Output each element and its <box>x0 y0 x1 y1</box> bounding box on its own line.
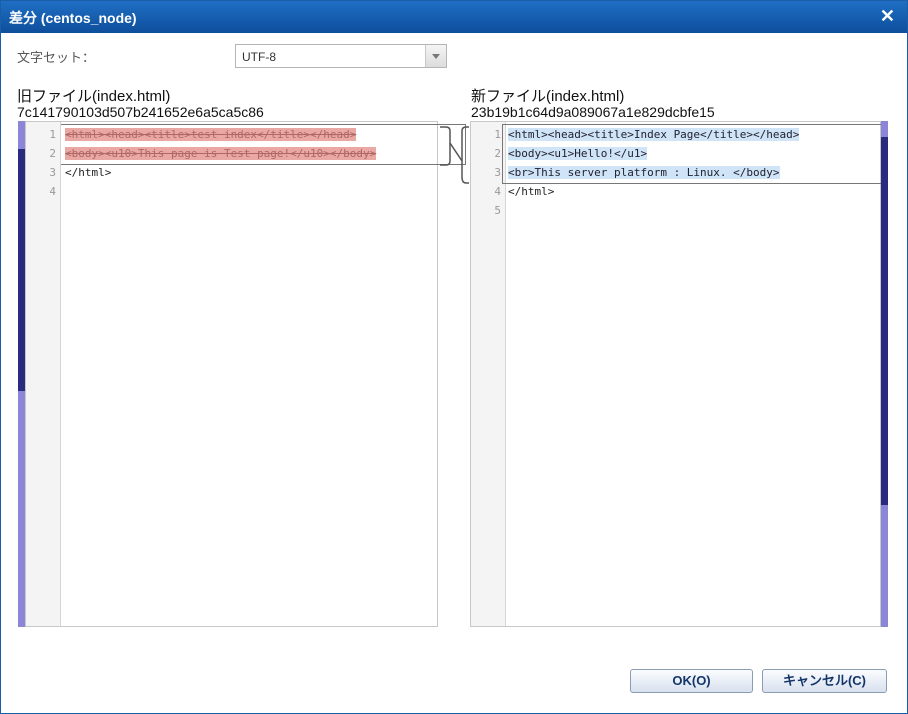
title-bar[interactable]: 差分 (centos_node) ✕ <box>1 1 907 33</box>
new-file-title: 新ファイル(index.html) <box>471 88 625 105</box>
old-line-gutter: 1 2 3 4 <box>26 122 61 626</box>
cancel-button[interactable]: キャンセル(C) <box>762 669 887 693</box>
new-code-line: <br>This server platform : Linux. </body… <box>508 166 780 179</box>
diff-connector <box>440 126 469 184</box>
new-code-line: <html><head><title>Index Page</title></h… <box>508 128 800 141</box>
old-file-hash: 7c141790103d507b241652e6a5ca5c86 <box>17 104 264 120</box>
ok-button[interactable]: OK(O) <box>630 669 753 693</box>
line-number: 2 <box>494 147 501 160</box>
line-number: 4 <box>494 185 501 198</box>
new-overview-thumb[interactable] <box>881 137 888 505</box>
line-number: 1 <box>494 128 501 141</box>
line-number: 3 <box>49 166 56 179</box>
new-line-gutter: 1 2 3 4 5 <box>471 122 506 626</box>
charset-label: 文字セット： <box>17 50 96 65</box>
close-icon[interactable]: ✕ <box>880 6 895 27</box>
dialog-title: 差分 (centos_node) <box>9 10 137 26</box>
line-number: 1 <box>49 128 56 141</box>
line-number: 3 <box>494 166 501 179</box>
new-file-hash: 23b19b1c64d9a089067a1e829dcbfe15 <box>471 104 715 120</box>
old-overview-thumb[interactable] <box>18 149 25 391</box>
dropdown-button[interactable] <box>425 45 446 67</box>
old-code-line: </html> <box>65 166 112 179</box>
old-file-title: 旧ファイル(index.html) <box>17 88 171 105</box>
old-code-line: <html><head><title>test index</title></h… <box>65 128 357 141</box>
new-code-line: </html> <box>508 185 555 198</box>
line-number: 4 <box>49 185 56 198</box>
line-number: 2 <box>49 147 56 160</box>
chevron-down-icon <box>432 54 440 59</box>
new-file-editor[interactable]: 1 2 3 4 5 <html><head><title>Index Page<… <box>470 121 882 627</box>
new-code-line: <body><u1>Hello!</u1> <box>508 147 648 160</box>
old-code-line: <body><u10>This page is Test page!</u10>… <box>65 147 377 160</box>
line-number: 5 <box>494 204 501 217</box>
charset-select[interactable]: UTF-8 <box>235 44 447 68</box>
diff-dialog: 差分 (centos_node) ✕ 文字セット： UTF-8 旧ファイル(in… <box>0 0 908 714</box>
old-file-editor[interactable]: 1 2 3 4 <html><head><title>test index</t… <box>25 121 466 627</box>
charset-value: UTF-8 <box>242 50 276 64</box>
